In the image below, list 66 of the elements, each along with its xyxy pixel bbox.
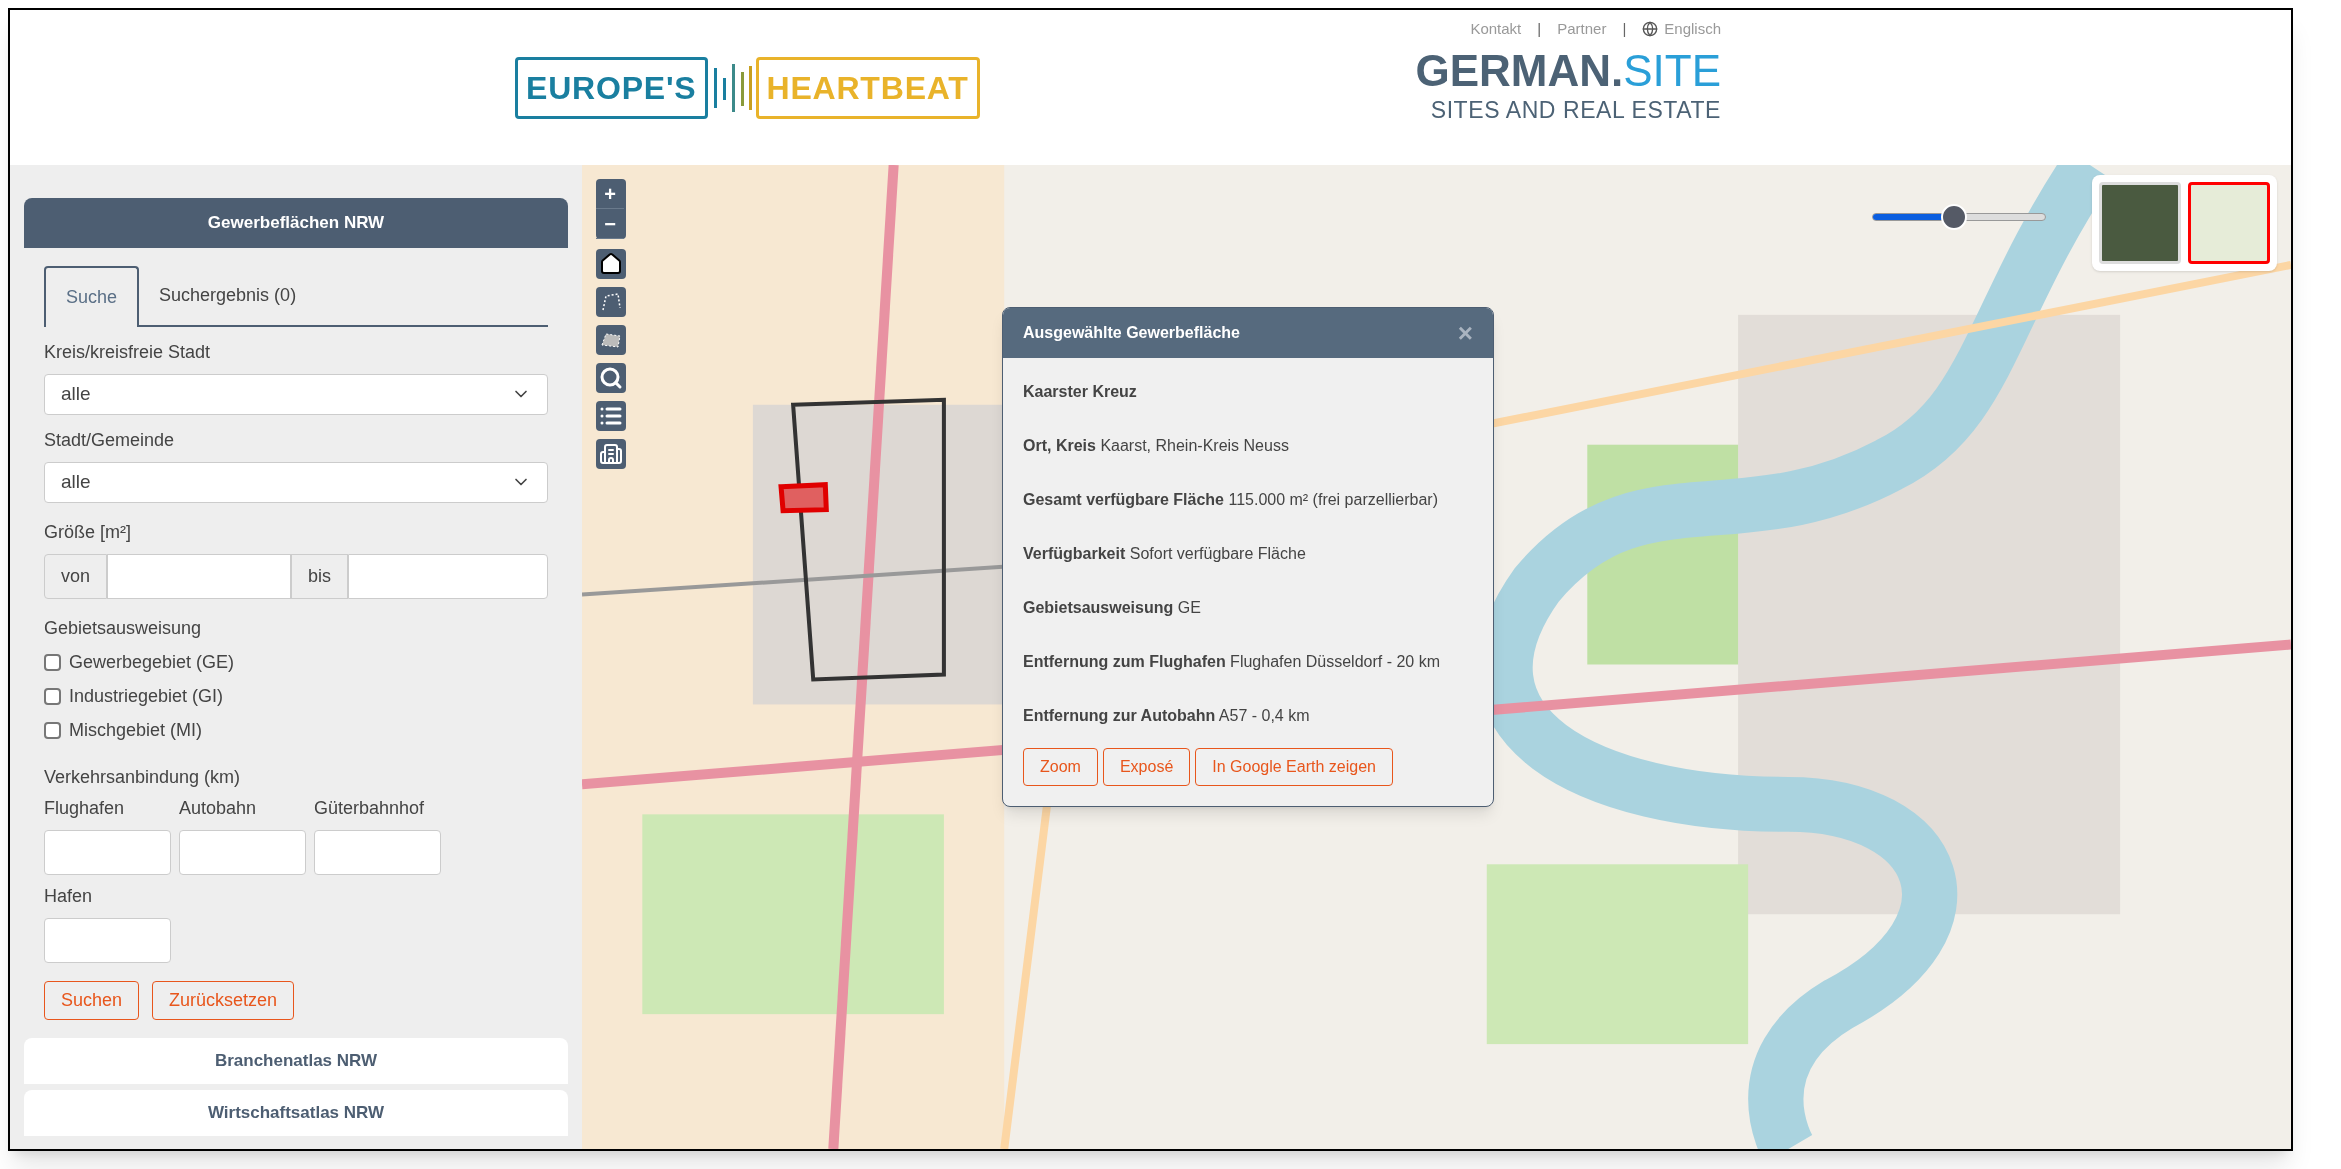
detail-row-text: Entfernung zum Flughafen Flughafen Düsseldorf - 20 km	[1023, 652, 1441, 672]
field-label: Stadt/Gemeinde	[44, 428, 176, 452]
zoom-button[interactable]: +	[596, 179, 624, 209]
link-separator: |	[1622, 19, 1627, 39]
detail-row-text: Gesamt verfügbare Fläche 115.000 m² (frei parzellierbar)	[1023, 490, 1439, 510]
input-field[interactable]	[107, 553, 292, 599]
field-label: Gebietsausweisung	[44, 616, 203, 640]
map-tool-button[interactable]	[596, 401, 626, 431]
action-button[interactable]: Suchen	[44, 980, 140, 1020]
satellite-thumbnail[interactable]	[2099, 182, 2181, 264]
dropdown[interactable]: alle	[44, 373, 548, 415]
popup-button[interactable]: In Google Earth zeigen	[1195, 748, 1393, 786]
logo-text: EUROPE'S	[515, 56, 708, 119]
map-tool-button[interactable]	[596, 363, 626, 393]
field-label: Größe [m²]	[44, 520, 132, 544]
input-addon: von	[44, 553, 108, 599]
input-field[interactable]	[44, 917, 171, 963]
input-addon: bis	[291, 553, 349, 599]
map-tool-button[interactable]	[596, 249, 626, 279]
popup-button[interactable]: Exposé	[1102, 748, 1191, 786]
checkbox-label: Gewerbegebiet (GE)	[69, 651, 235, 674]
input-field[interactable]	[314, 829, 441, 875]
checkbox[interactable]	[44, 688, 61, 705]
checkbox[interactable]	[44, 654, 61, 671]
field-label: Verkehrsanbindung (km)	[44, 765, 242, 789]
detail-row-text: Verfügbarkeit Sofort verfügbare Fläche	[1023, 544, 1307, 564]
close-button[interactable]: ×	[1457, 320, 1473, 346]
home-icon	[599, 252, 623, 276]
tab[interactable]: Suchergebnis (0)	[139, 265, 317, 325]
field-label: Flughafen	[44, 796, 126, 820]
detail-row-text: Ort, Kreis Kaarst, Rhein-Kreis Neuss	[1023, 436, 1290, 456]
map-tool-button[interactable]	[596, 439, 626, 469]
field-label: Kreis/kreisfreie Stadt	[44, 340, 212, 364]
field-label: Hafen	[44, 884, 94, 908]
input-field[interactable]	[179, 829, 306, 875]
site-logo: GERMAN.SITE	[1415, 48, 1721, 93]
link-separator: |	[1537, 19, 1542, 39]
checkbox-label: Industriegebiet (GI)	[69, 685, 224, 708]
map-thumbnail[interactable]	[2188, 182, 2270, 264]
header-link[interactable]: Partner	[1557, 18, 1607, 41]
popup-button[interactable]: Zoom	[1023, 748, 1098, 786]
popup-title: Ausgewählte Gewerbefläche	[1023, 323, 1240, 343]
zoom-button[interactable]: −	[596, 209, 624, 239]
header-link[interactable]: Kontakt	[1470, 18, 1522, 41]
logo-text: HEARTBEAT	[755, 56, 980, 119]
logo-tagline: SITES AND REAL ESTATE	[1430, 95, 1721, 125]
field-label: Güterbahnhof	[314, 796, 426, 820]
header-link[interactable]: Englisch	[1642, 18, 1721, 41]
panel-header: Gewerbeflächen NRW	[24, 198, 568, 248]
input-field[interactable]	[44, 829, 171, 875]
field-label: Autobahn	[179, 796, 258, 820]
detail-row-text: Gebietsausweisung GE	[1023, 598, 1202, 618]
tab[interactable]: Suche	[44, 265, 140, 327]
globe-icon	[1642, 21, 1659, 38]
input-field[interactable]	[348, 553, 548, 599]
dropdown[interactable]: alle	[44, 461, 548, 503]
accordion-header[interactable]: Wirtschaftsatlas NRW	[24, 1089, 568, 1136]
checkbox-label: Mischgebiet (MI)	[69, 719, 203, 742]
detail-row-text: Entfernung zur Autobahn A57 - 0,4 km	[1023, 706, 1311, 726]
action-button[interactable]: Zurücksetzen	[152, 980, 295, 1020]
accordion-header[interactable]: Branchenatlas NRW	[24, 1037, 568, 1084]
search-icon	[599, 366, 623, 390]
site-name: Kaarster Kreuz	[1023, 382, 1138, 402]
soundwave-icon	[711, 61, 752, 114]
checkbox[interactable]	[44, 722, 61, 739]
building-icon	[599, 442, 623, 466]
